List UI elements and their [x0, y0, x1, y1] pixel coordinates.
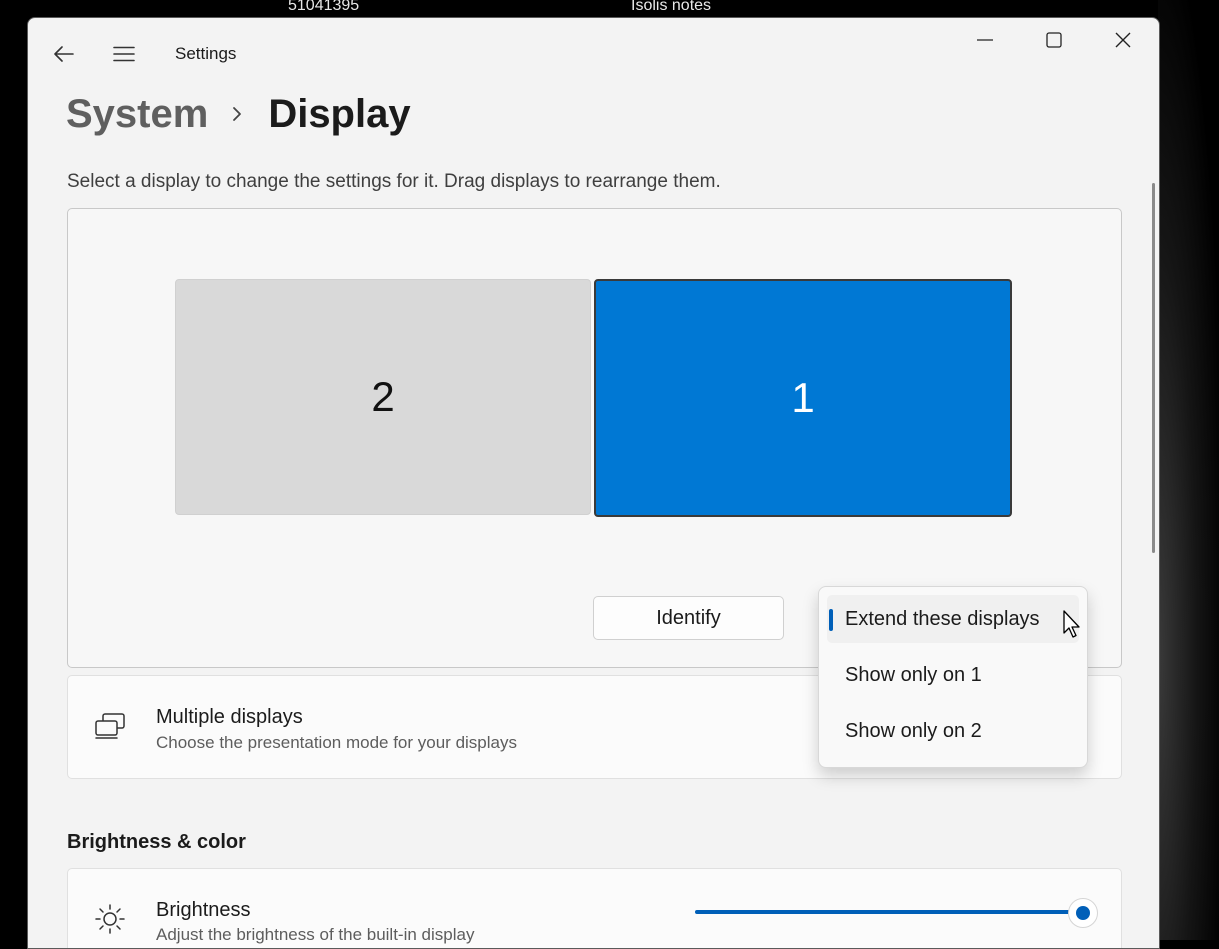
dropdown-option-show-only-1[interactable]: Show only on 1 [827, 651, 1079, 699]
desktop-background [1158, 0, 1219, 940]
dropdown-option-extend[interactable]: Extend these displays [827, 595, 1079, 643]
brightness-slider-track[interactable] [695, 910, 1083, 914]
page-title: Display [268, 91, 411, 136]
sun-icon [95, 904, 125, 939]
background-window-label: Isolis notes [631, 0, 712, 14]
minimize-icon[interactable] [965, 24, 1005, 56]
dropdown-option-label: Extend these displays [845, 607, 1040, 630]
monitor-2[interactable]: 2 [175, 279, 591, 515]
brightness-slider-thumb[interactable] [1068, 898, 1098, 928]
dropdown-option-show-only-2[interactable]: Show only on 2 [827, 707, 1079, 755]
chevron-right-icon [232, 106, 242, 122]
presentation-mode-dropdown: Extend these displays Show only on 1 Sho… [818, 586, 1088, 768]
multiple-displays-icon [94, 712, 126, 745]
brightness-card: Brightness Adjust the brightness of the … [67, 868, 1122, 948]
selection-indicator [829, 609, 833, 631]
breadcrumb: System Display [66, 88, 411, 140]
background-window-label: 51041395 [288, 0, 360, 14]
dropdown-option-label: Show only on 1 [845, 663, 982, 686]
multiple-displays-subtitle: Choose the presentation mode for your di… [156, 733, 517, 752]
brightness-title: Brightness [156, 899, 251, 921]
title-bar: Settings [28, 18, 1159, 88]
brightness-color-heading: Brightness & color [67, 831, 246, 853]
back-arrow-icon[interactable] [48, 38, 80, 70]
vertical-scrollbar[interactable] [1152, 183, 1155, 553]
hamburger-menu-icon[interactable] [108, 38, 140, 70]
maximize-icon[interactable] [1034, 24, 1074, 56]
multiple-displays-title: Multiple displays [156, 706, 303, 728]
close-icon[interactable] [1103, 24, 1143, 56]
brightness-subtitle: Adjust the brightness of the built-in di… [156, 925, 475, 944]
app-title: Settings [175, 44, 237, 63]
mouse-pointer-icon [1063, 610, 1083, 643]
settings-window: Settings System Display Select a display… [27, 17, 1160, 949]
dropdown-option-label: Show only on 2 [845, 719, 982, 742]
display-arrangement-hint: Select a display to change the settings … [67, 171, 721, 192]
breadcrumb-system-link[interactable]: System [66, 92, 208, 137]
monitor-1[interactable]: 1 [594, 279, 1012, 517]
identify-button[interactable]: Identify [593, 596, 784, 640]
